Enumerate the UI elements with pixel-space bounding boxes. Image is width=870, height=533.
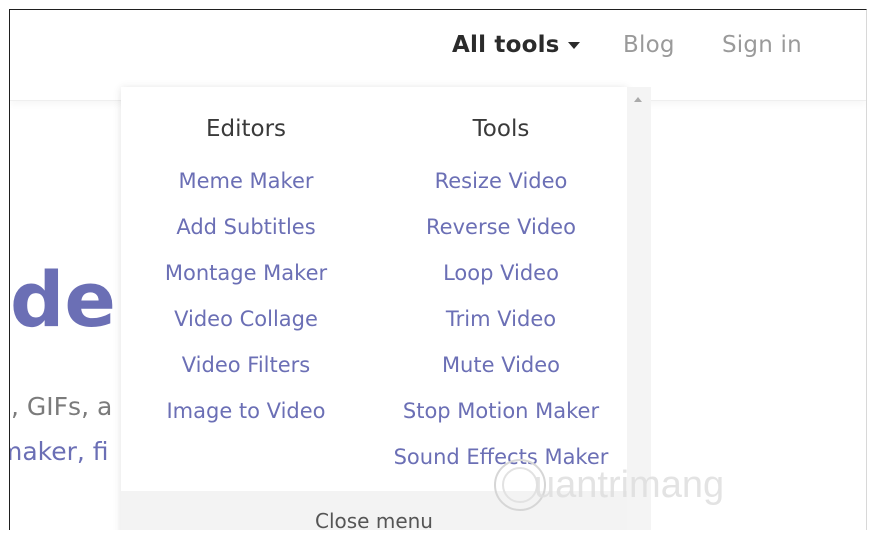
editor-link-montage-maker[interactable]: Montage Maker bbox=[131, 250, 361, 296]
watermark-logo-icon: uantrimang bbox=[494, 459, 724, 511]
sign-in-link[interactable]: Sign in bbox=[722, 32, 802, 58]
editor-link-video-collage[interactable]: Video Collage bbox=[131, 296, 361, 342]
tool-link-mute-video[interactable]: Mute Video bbox=[386, 342, 616, 388]
tool-link-stop-motion-maker[interactable]: Stop Motion Maker bbox=[386, 388, 616, 434]
editor-link-meme-maker[interactable]: Meme Maker bbox=[131, 158, 361, 204]
caret-down-icon bbox=[567, 42, 580, 49]
editors-column: Editors Meme Maker Add Subtitles Montage… bbox=[131, 115, 361, 434]
tool-link-reverse-video[interactable]: Reverse Video bbox=[386, 204, 616, 250]
hero-title: de bbox=[10, 255, 116, 344]
scroll-up-arrow-icon[interactable] bbox=[634, 97, 642, 102]
tool-link-resize-video[interactable]: Resize Video bbox=[386, 158, 616, 204]
hero-description-line-1: s, GIFs, a bbox=[9, 392, 113, 421]
all-tools-label: All tools bbox=[452, 32, 560, 58]
hero-description-line-2: maker, fi bbox=[9, 437, 109, 466]
tool-link-loop-video[interactable]: Loop Video bbox=[386, 250, 616, 296]
tool-link-trim-video[interactable]: Trim Video bbox=[386, 296, 616, 342]
editor-link-video-filters[interactable]: Video Filters bbox=[131, 342, 361, 388]
editor-link-image-to-video[interactable]: Image to Video bbox=[131, 388, 361, 434]
all-tools-menu-button[interactable]: All tools bbox=[452, 32, 580, 58]
blog-link[interactable]: Blog bbox=[623, 32, 675, 58]
tools-heading: Tools bbox=[472, 116, 530, 142]
editors-heading: Editors bbox=[205, 116, 287, 142]
watermark-text: uantrimang bbox=[534, 464, 724, 506]
tools-column: Tools Resize Video Reverse Video Loop Vi… bbox=[386, 115, 616, 480]
browser-viewport: All tools Blog Sign in de s, GIFs, a mak… bbox=[9, 9, 867, 530]
editor-link-add-subtitles[interactable]: Add Subtitles bbox=[131, 204, 361, 250]
